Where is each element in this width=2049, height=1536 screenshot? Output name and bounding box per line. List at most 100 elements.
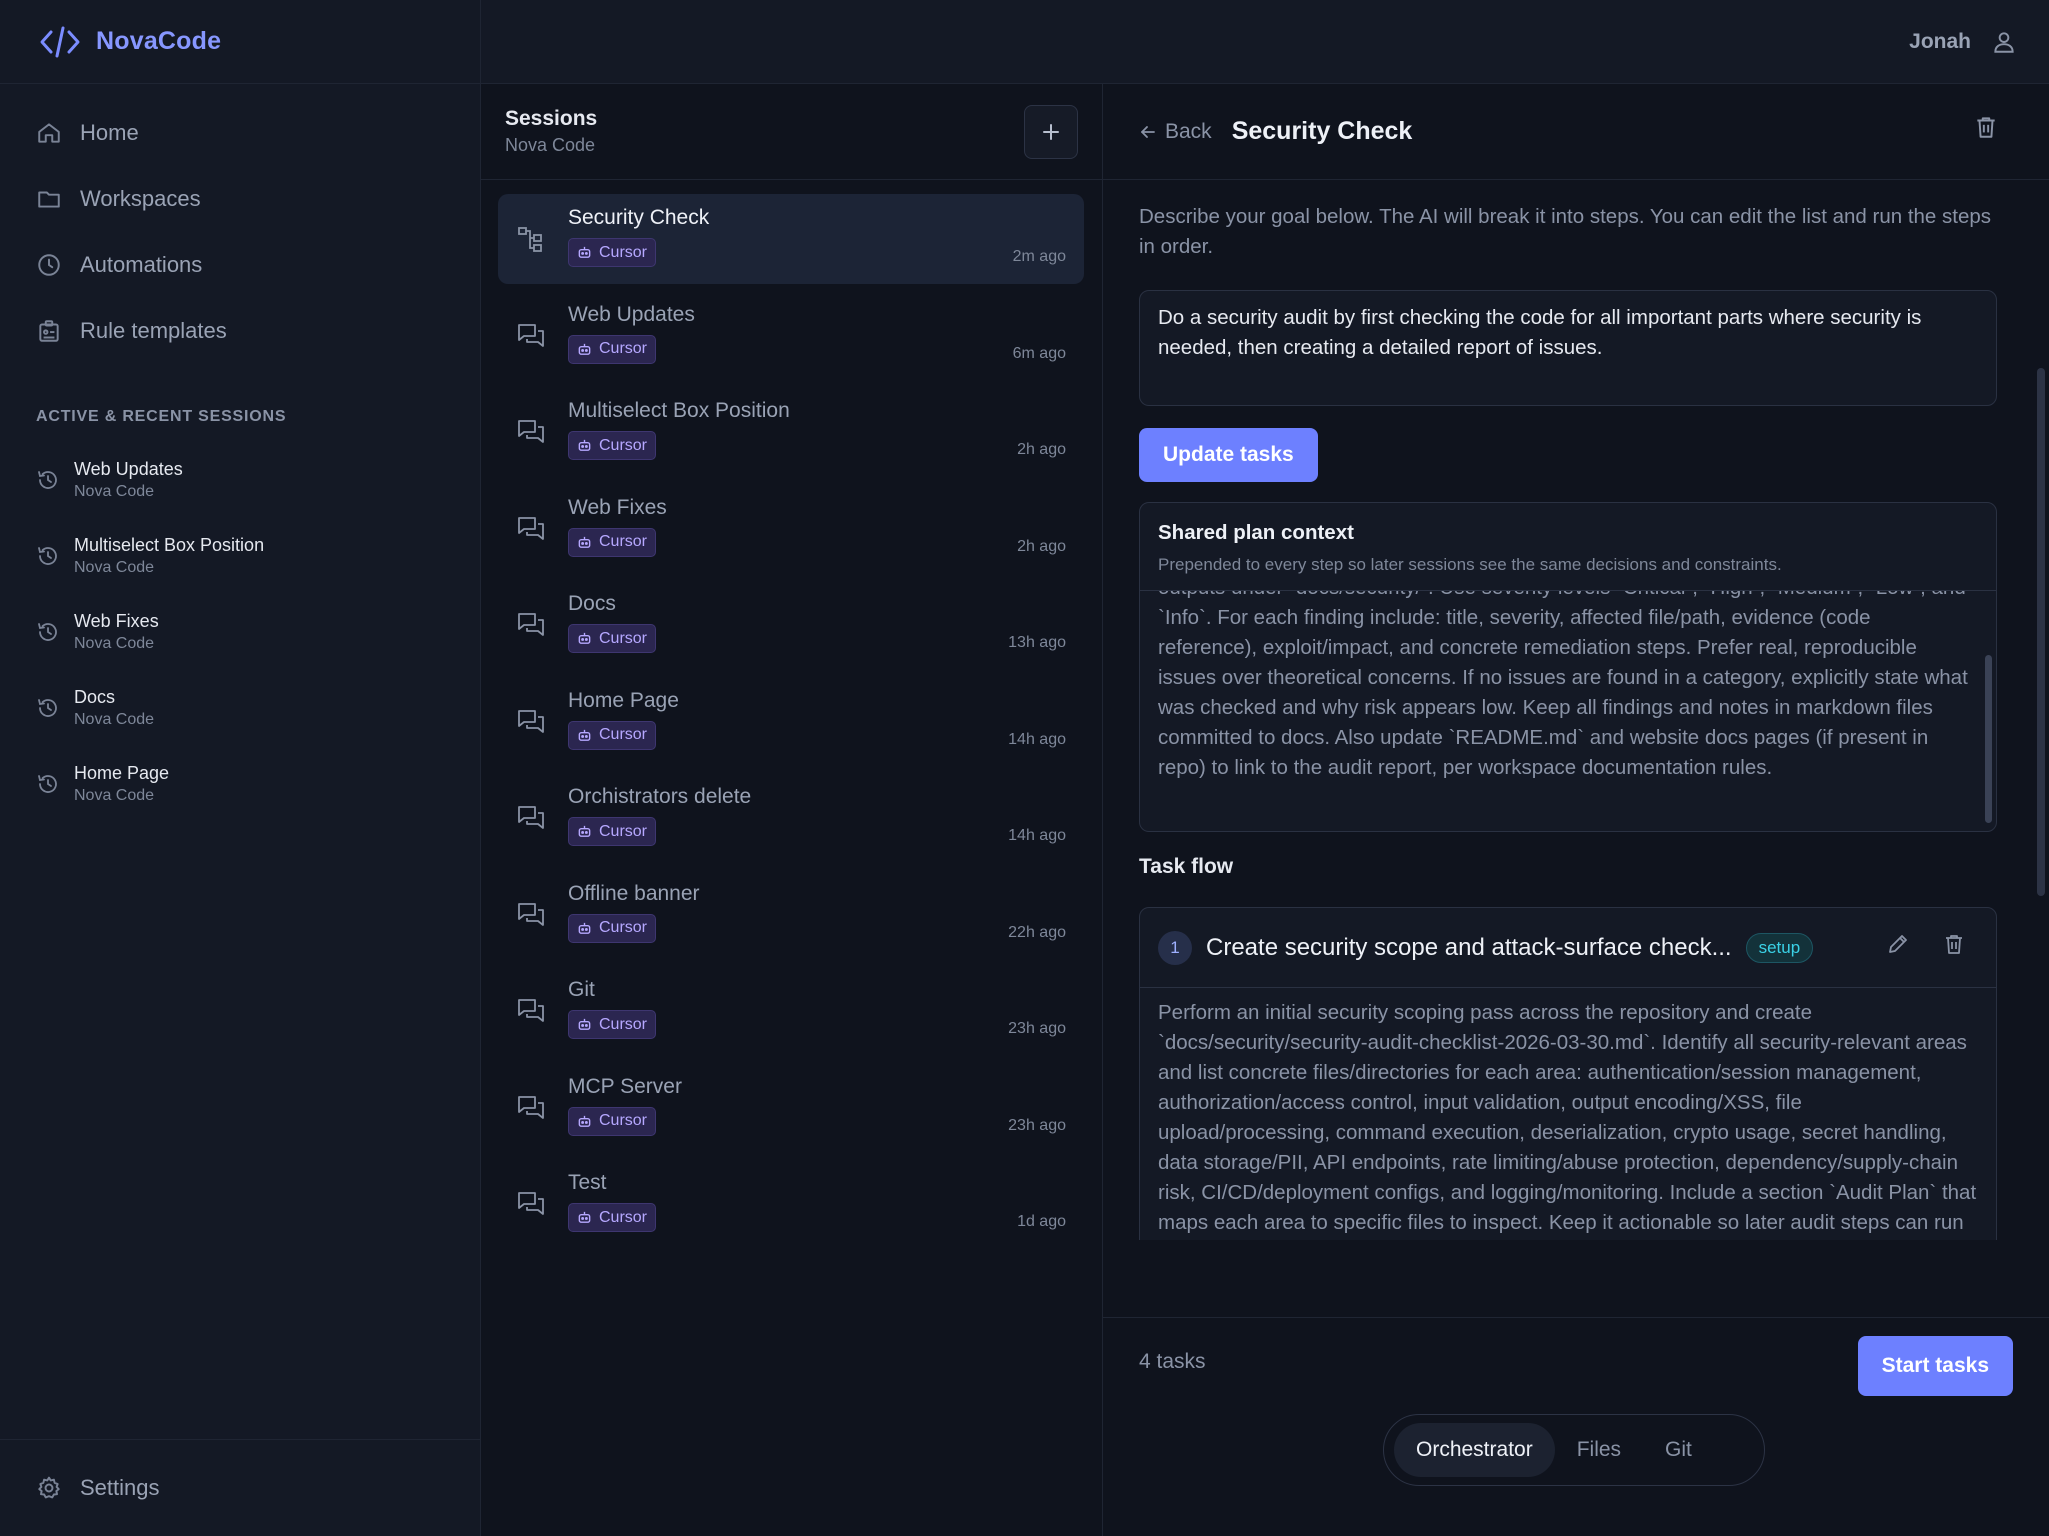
agent-badge-label: Cursor: [599, 533, 648, 550]
task-card: 1 Create security scope and attack-surfa…: [1139, 907, 1997, 1240]
recent-session-item[interactable]: Web Updates Nova Code: [0, 442, 480, 518]
session-item[interactable]: Test Cursor 1d ago: [498, 1159, 1084, 1249]
sessions-title: Sessions: [505, 107, 598, 130]
agent-badge: Cursor: [568, 720, 657, 750]
session-title: Multiselect Box Position: [568, 399, 790, 422]
shared-plan-text: outputs under `docs/security/`. Use seve…: [1158, 591, 1968, 779]
recent-session-title: Web Updates: [74, 459, 183, 479]
robot-icon: [577, 1114, 592, 1129]
history-icon: [36, 544, 60, 568]
robot-icon: [577, 245, 592, 260]
robot-icon: [577, 342, 592, 357]
delete-session-button[interactable]: [1973, 114, 1999, 140]
agent-badge-label: Cursor: [599, 726, 648, 743]
agent-badge-label: Cursor: [599, 436, 648, 454]
delete-task-button[interactable]: [1942, 932, 1966, 956]
tab-orchestrator[interactable]: Orchestrator: [1394, 1423, 1555, 1477]
recent-session-title: Home Page: [74, 763, 170, 783]
shared-plan-editor[interactable]: outputs under `docs/security/`. Use seve…: [1140, 591, 1996, 831]
trash-icon: [1942, 932, 1966, 956]
plus-icon: [1039, 120, 1063, 144]
chat-icon: [516, 321, 546, 351]
edit-task-button[interactable]: [1886, 932, 1910, 956]
trash-icon: [1973, 114, 1999, 140]
detail-scrollbar[interactable]: [2037, 368, 2045, 896]
session-detail-title: Security Check: [1231, 117, 1413, 145]
clipboard-icon: [36, 318, 62, 344]
recent-session-workspace: Nova Code: [74, 483, 155, 500]
agent-badge: Cursor: [568, 431, 657, 460]
recent-session-workspace: Nova Code: [74, 559, 155, 576]
start-tasks-button[interactable]: Start tasks: [1857, 1336, 2013, 1396]
instructions-text: Describe your goal below. The AI will br…: [1139, 205, 1992, 258]
chat-icon: [516, 707, 546, 737]
session-item[interactable]: Web Fixes Cursor 2h ago: [498, 484, 1084, 574]
session-title: Test: [568, 1171, 607, 1194]
sessions-panel: Sessions Nova Code Security Check Cursor…: [481, 84, 1103, 1536]
recent-session-workspace: Nova Code: [74, 635, 155, 652]
chat-icon: [516, 610, 546, 640]
session-item[interactable]: Security Check Cursor 2m ago: [498, 194, 1084, 284]
robot-icon: [577, 824, 592, 839]
shared-plan-title: Shared plan context: [1158, 521, 1354, 544]
recent-session-item[interactable]: Home Page Nova Code: [0, 746, 480, 822]
task-title: Create security scope and attack-surface…: [1206, 933, 1732, 961]
chat-icon: [516, 996, 546, 1026]
nav-item-rule-templates[interactable]: Rule templates: [0, 298, 480, 364]
tab-files[interactable]: Files: [1555, 1423, 1643, 1477]
arrow-left-icon: [1139, 123, 1157, 141]
session-time: 6m ago: [1012, 344, 1066, 362]
clock-icon: [36, 252, 62, 278]
nav-item-home[interactable]: Home: [0, 100, 480, 166]
agent-badge: Cursor: [568, 1010, 657, 1039]
nav-item-automations[interactable]: Automations: [0, 232, 480, 298]
robot-icon: [577, 921, 592, 936]
recent-session-item[interactable]: Multiselect Box Position Nova Code: [0, 518, 480, 594]
session-item[interactable]: MCP Server Cursor 23h ago: [498, 1063, 1084, 1153]
history-icon: [36, 696, 60, 720]
brand[interactable]: NovaCode: [0, 0, 480, 84]
robot-icon: [577, 631, 592, 646]
task-description[interactable]: Perform an initial security scoping pass…: [1140, 988, 1996, 1240]
back-button[interactable]: Back: [1139, 120, 1212, 144]
task-header: 1 Create security scope and attack-surfa…: [1140, 908, 1996, 988]
session-item[interactable]: Web Updates Cursor 6m ago: [498, 291, 1084, 381]
robot-icon: [577, 728, 592, 743]
nav-label: Workspaces: [80, 186, 201, 211]
nav-label: Home: [80, 120, 139, 145]
session-item[interactable]: Home Page Cursor 14h ago: [498, 677, 1084, 767]
chat-icon: [516, 1189, 546, 1219]
agent-badge-label: Cursor: [599, 1112, 648, 1129]
history-icon: [36, 772, 60, 796]
update-tasks-button[interactable]: Update tasks: [1139, 428, 1318, 482]
main-nav: Home Workspaces Automations Rule templat…: [0, 84, 480, 364]
task-tag: setup: [1745, 932, 1814, 963]
session-time: 14h ago: [1008, 730, 1066, 748]
recent-session-workspace: Nova Code: [74, 787, 155, 804]
settings-button[interactable]: Settings: [0, 1439, 480, 1536]
agent-badge: Cursor: [568, 238, 657, 267]
recent-session-item[interactable]: Docs Nova Code: [0, 670, 480, 746]
session-item[interactable]: Offline banner Cursor 22h ago: [498, 870, 1084, 960]
session-title: Docs: [568, 592, 616, 615]
back-label: Back: [1165, 119, 1212, 143]
session-item[interactable]: Multiselect Box Position Cursor 2h ago: [498, 387, 1084, 477]
recent-session-item[interactable]: Web Fixes Nova Code: [0, 594, 480, 670]
gear-icon: [36, 1475, 62, 1501]
chat-icon: [516, 417, 546, 447]
session-time: 13h ago: [1008, 634, 1066, 651]
user-icon[interactable]: [1991, 29, 2017, 55]
goal-textarea[interactable]: Do a security audit by first checking th…: [1139, 290, 1997, 406]
session-title: Orchistrators delete: [568, 785, 752, 808]
shared-plan-scrollbar[interactable]: [1985, 655, 1992, 823]
session-time: 23h ago: [1008, 1116, 1066, 1134]
user-name[interactable]: Jonah: [1909, 30, 1971, 54]
session-time: 2h ago: [1017, 441, 1066, 458]
nav-item-workspaces[interactable]: Workspaces: [0, 166, 480, 232]
new-session-button[interactable]: [1024, 104, 1078, 159]
session-item[interactable]: Orchistrators delete Cursor 14h ago: [498, 773, 1084, 863]
session-item[interactable]: Git Cursor 23h ago: [498, 966, 1084, 1056]
tab-git[interactable]: Git: [1643, 1423, 1714, 1477]
session-item[interactable]: Docs Cursor 13h ago: [498, 580, 1084, 670]
agent-badge-label: Cursor: [599, 1015, 648, 1033]
